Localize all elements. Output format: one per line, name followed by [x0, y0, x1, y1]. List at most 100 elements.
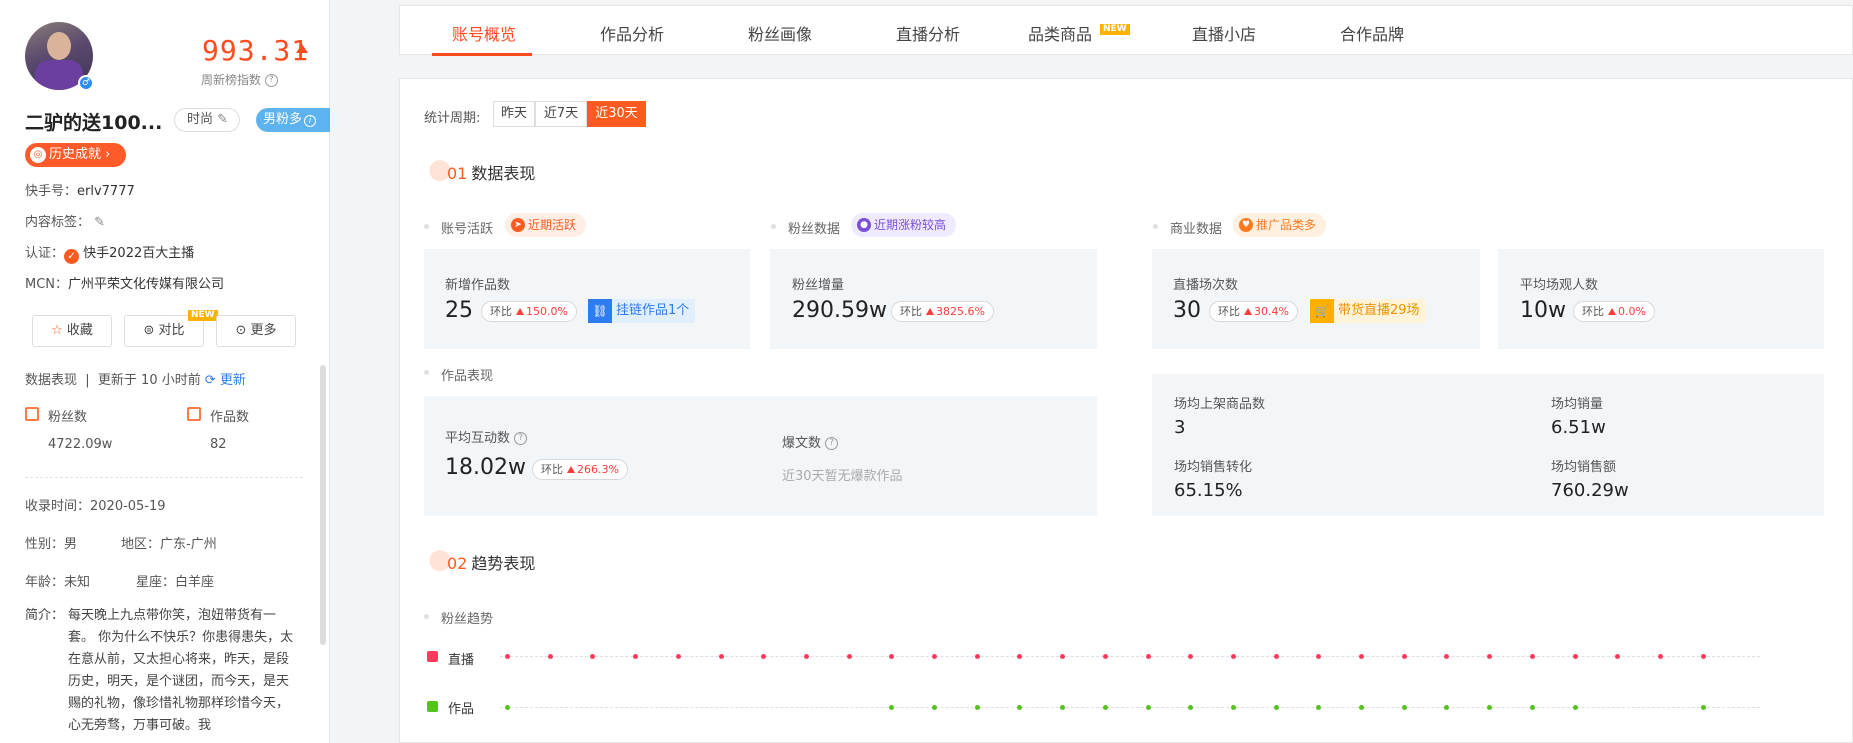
live-icon: [427, 651, 438, 662]
works-trend-dot[interactable]: [1700, 705, 1706, 710]
score-label-text: 周新榜指数: [201, 73, 262, 87]
bullet: [771, 224, 776, 229]
compare-label: 环比: [1582, 305, 1604, 318]
section-num: 01: [447, 164, 468, 183]
bio-label: 简介：: [25, 608, 65, 623]
live-count-label: 直播场次数: [1173, 278, 1239, 293]
period-yesterday[interactable]: 昨天: [493, 101, 535, 127]
live-trend-dot[interactable]: [1700, 654, 1706, 659]
live-trend-dot[interactable]: [1359, 654, 1364, 659]
mcn-label: MCN：: [25, 277, 69, 292]
fans-label: 粉丝数: [48, 410, 88, 425]
compare-label: 环比: [541, 463, 563, 476]
live-trend-dot[interactable]: [1102, 654, 1108, 659]
category-tag[interactable]: 时尚 ✎: [174, 108, 240, 132]
gender: 性别：男: [25, 537, 78, 552]
score-label: 周新榜指数 ?: [201, 71, 278, 88]
tab-live-analysis[interactable]: 直播分析: [896, 21, 960, 45]
live-trend-dot[interactable]: [1529, 654, 1535, 659]
bullet: [424, 224, 429, 229]
live-trend-dot[interactable]: [932, 654, 937, 659]
tab-brands[interactable]: 合作品牌: [1340, 21, 1404, 45]
section-num: 02: [447, 554, 468, 573]
works-trend-dot[interactable]: [1529, 705, 1535, 710]
tab-bar: 账号概览 作品分析 粉丝画像 直播分析 品类商品 NEW 直播小店 合作品牌: [399, 5, 1853, 56]
account-name: 二驴的送100...: [25, 112, 163, 134]
compare-value: 30.4%: [1254, 305, 1289, 318]
edit-icon[interactable]: ✎: [94, 215, 105, 230]
verified-icon: ✓: [64, 249, 80, 264]
tab-overview[interactable]: 账号概览: [452, 21, 516, 45]
history-achievement-button[interactable]: ◎ 历史成就 ›: [25, 143, 126, 167]
bullet: [424, 370, 429, 375]
fans-pill: ● 近期涨粉较高: [851, 213, 957, 237]
works-trend-dot[interactable]: [1401, 705, 1407, 710]
works-trend-dot[interactable]: [1273, 705, 1279, 710]
live-trend-dot[interactable]: [846, 654, 852, 659]
help-icon[interactable]: ?: [514, 432, 528, 445]
works-trend-label: 作品: [448, 702, 475, 717]
fans-pill-label: 近期涨粉较高: [874, 218, 947, 232]
works-label: 作品数: [210, 410, 250, 425]
live-goods-chip[interactable]: 🛒 带货直播29场: [1310, 299, 1426, 323]
live-trend-dot[interactable]: [718, 654, 724, 659]
data-status-row: 数据表现 | 更新于 10 小时前 ⟳ 更新: [25, 369, 246, 388]
profile-sidebar: ♂ 993.31 周新榜指数 ? 二驴的送100... 时尚 ✎ 男粉多 i ◎ 历…: [0, 0, 330, 743]
chevron-right-icon: ›: [105, 147, 111, 162]
linked-works-chip[interactable]: ⛓ 挂链作品1个: [588, 299, 696, 323]
refresh-link[interactable]: ⟳ 更新: [205, 373, 246, 388]
live-trend-dot[interactable]: [675, 654, 681, 659]
tab-live-shop[interactable]: 直播小店: [1192, 21, 1256, 45]
edit-icon[interactable]: ✎: [217, 112, 228, 127]
help-icon[interactable]: ?: [264, 74, 278, 87]
live-trend-dot[interactable]: [1572, 654, 1578, 659]
works-trend-dot[interactable]: [1102, 705, 1108, 710]
works-trend-dot[interactable]: [1145, 705, 1151, 710]
period-7days[interactable]: 近7天: [535, 101, 587, 127]
more-label: 更多: [250, 323, 277, 338]
live-trend-dot[interactable]: [1230, 654, 1236, 659]
compare-value: 3825.6%: [936, 305, 985, 318]
tab-category-goods[interactable]: 品类商品: [1028, 21, 1092, 45]
live-trend-dot[interactable]: [1145, 654, 1151, 659]
more-button[interactable]: ⊙ 更多: [216, 315, 296, 347]
live-trend-dot[interactable]: [1273, 654, 1279, 659]
medal-icon: ◎: [30, 147, 46, 163]
avg-conv-label: 场均销售转化: [1174, 460, 1253, 475]
cart-icon: 🛒: [1310, 299, 1334, 323]
up-icon: [1608, 308, 1616, 315]
info-icon[interactable]: i: [304, 115, 317, 127]
works-trend-dot[interactable]: [1230, 705, 1236, 710]
collect-time: 收录时间：2020-05-19: [25, 499, 166, 514]
avg-conv-value: 65.15%: [1174, 480, 1243, 501]
section-title-trend: 02 趋势表现: [447, 550, 535, 574]
live-trend-dot[interactable]: [803, 654, 809, 659]
sidebar-scrollbar[interactable]: [320, 365, 326, 645]
avg-viewers-value: 10w: [1520, 298, 1566, 323]
period-30days[interactable]: 近30天: [587, 101, 646, 127]
new-badge: NEW: [188, 310, 218, 321]
period-label: 统计周期:: [424, 111, 481, 126]
help-icon[interactable]: ?: [825, 437, 839, 450]
male-gender-icon: ♂: [78, 75, 94, 91]
live-trend-dot[interactable]: [505, 654, 510, 659]
tab-fans-profile[interactable]: 粉丝画像: [748, 21, 812, 45]
live-trend-dot[interactable]: [974, 654, 980, 659]
audience-tag[interactable]: 男粉多 i: [256, 108, 330, 132]
favorite-button[interactable]: ☆ 收藏: [32, 315, 112, 347]
works-trend-dot[interactable]: [1572, 705, 1578, 710]
live-trend-dot[interactable]: [1657, 654, 1663, 659]
works-trend-dot[interactable]: [505, 705, 510, 710]
works-trend-dot[interactable]: [1359, 705, 1364, 710]
up-icon: [1244, 308, 1252, 315]
live-trend-dot[interactable]: [1401, 654, 1407, 659]
live-trend-dot[interactable]: [547, 654, 553, 659]
kuaishou-id-row: 快手号：erlv7777: [25, 180, 135, 199]
tab-works-analysis[interactable]: 作品分析: [600, 21, 664, 45]
works-trend-dot[interactable]: [974, 705, 980, 710]
bullet: [424, 614, 429, 619]
more-icon: ⊙: [235, 323, 247, 338]
hits-label-text: 爆文数: [782, 436, 822, 451]
fans-growth-value: 290.59w: [792, 298, 887, 323]
works-trend-dot[interactable]: [932, 705, 937, 710]
